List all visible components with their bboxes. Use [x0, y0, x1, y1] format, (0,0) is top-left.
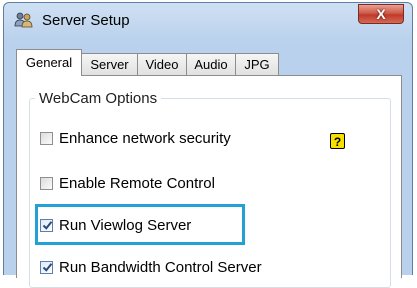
close-button[interactable]: X: [358, 4, 404, 24]
option-label: Run Bandwidth Control Server: [59, 259, 262, 276]
users-icon: [14, 12, 33, 28]
title-bar[interactable]: Server Setup X: [4, 3, 412, 35]
enhance-network-security-checkbox[interactable]: [40, 132, 53, 145]
tab-video[interactable]: Video: [137, 53, 187, 75]
option-label: Enable Remote Control: [59, 175, 215, 192]
window-title: Server Setup: [42, 12, 130, 29]
option-label: Run Viewlog Server: [59, 217, 192, 234]
help-icon[interactable]: ?: [330, 133, 345, 149]
run-bandwidth-control-server-checkbox[interactable]: [40, 261, 53, 274]
tab-jpg[interactable]: JPG: [235, 53, 279, 75]
server-setup-window: Server Setup X General Server Video Audi…: [3, 2, 413, 288]
tab-audio[interactable]: Audio: [186, 53, 236, 75]
checkmark-icon: [42, 263, 53, 272]
enable-remote-control-checkbox[interactable]: [40, 177, 53, 190]
tab-server[interactable]: Server: [81, 53, 138, 75]
option-label: Enhance network security: [59, 130, 231, 147]
run-viewlog-server-checkbox[interactable]: [40, 219, 53, 232]
group-label: WebCam Options: [35, 90, 162, 107]
tab-general[interactable]: General: [16, 49, 82, 76]
checkmark-icon: [42, 221, 53, 230]
